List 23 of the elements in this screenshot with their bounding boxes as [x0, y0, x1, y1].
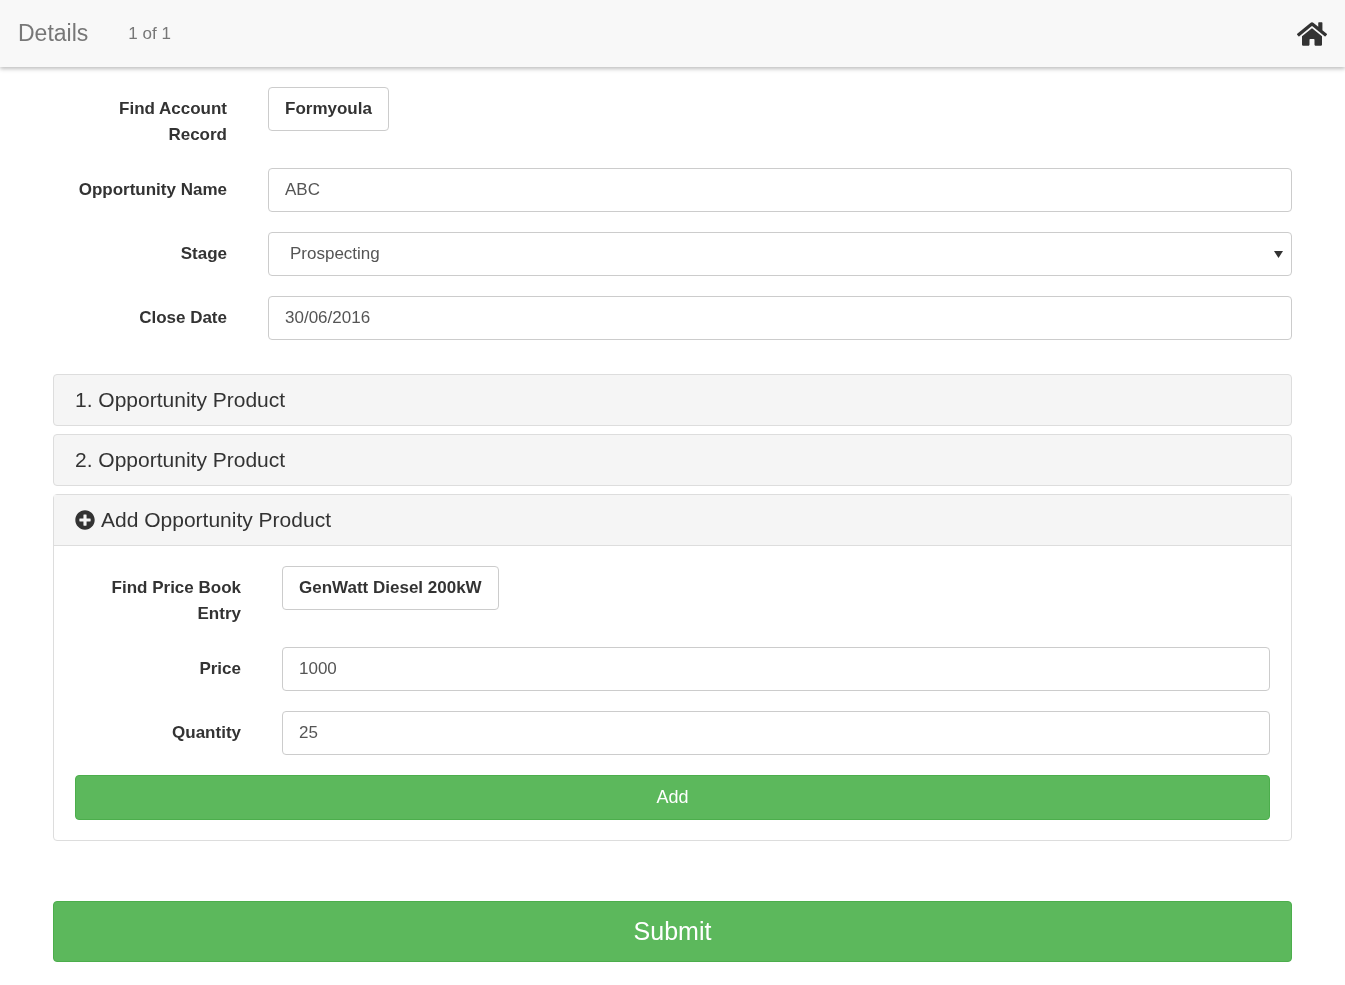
- field-label: Find Account Record: [118, 98, 227, 146]
- text-field[interactable]: 25: [282, 711, 1270, 755]
- text-field[interactable]: 1000: [282, 647, 1270, 691]
- text-field[interactable]: ABC: [268, 168, 1292, 212]
- field-label: Price: [199, 658, 241, 680]
- caret-icon: [1274, 250, 1283, 258]
- page-count: 1 of 1: [128, 22, 171, 45]
- lookup-button[interactable]: GenWatt Diesel 200kW: [282, 566, 499, 610]
- field-label: Close Date: [139, 307, 227, 329]
- field-label: Quantity: [172, 722, 241, 744]
- panel-title: 2. Opportunity Product: [75, 447, 286, 474]
- field-label: Find Price Book Entry: [110, 577, 241, 625]
- lookup-button[interactable]: Formyoula: [268, 87, 389, 131]
- accordion-panel[interactable]: 1. Opportunity Product: [53, 374, 1292, 426]
- accordion-panel[interactable]: Add Opportunity Product Find Price Book Entry GenWatt Diesel 200kW Price 1000 Quantity 25 Add: [53, 494, 1292, 841]
- panel-title: 1. Opportunity Product: [75, 387, 286, 414]
- accordion-panel[interactable]: 2. Opportunity Product: [53, 434, 1292, 486]
- text-field[interactable]: 30/06/2016: [268, 296, 1292, 340]
- select-field[interactable]: Prospecting: [268, 232, 1292, 276]
- field-label: Stage: [180, 243, 227, 265]
- field-label: Opportunity Name: [78, 179, 227, 201]
- header-title: Details: [18, 19, 89, 49]
- panel-title: Add Opportunity Product: [101, 507, 331, 534]
